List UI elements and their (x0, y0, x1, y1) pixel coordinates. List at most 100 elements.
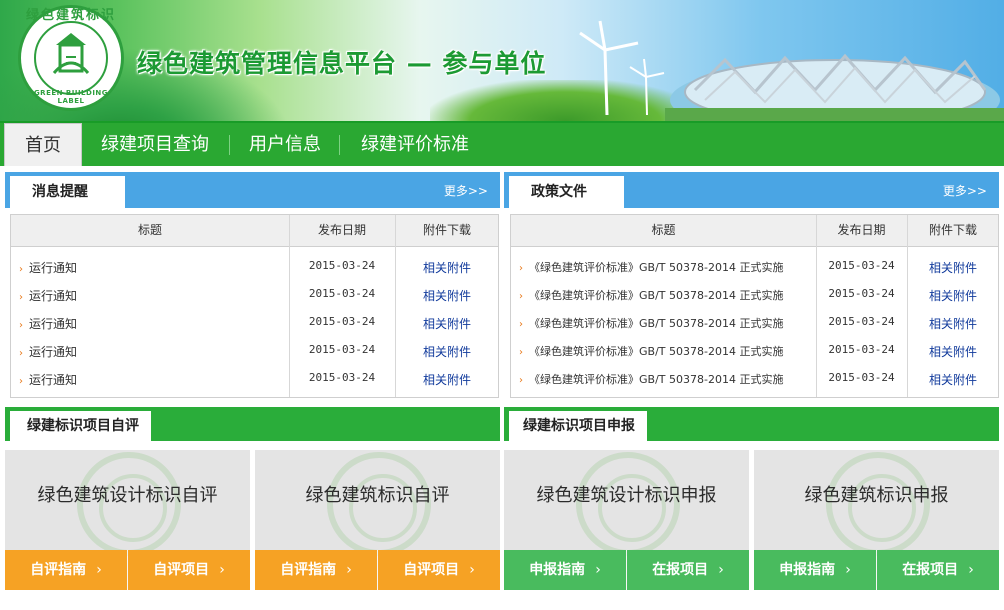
table-header: 标题 发布日期 附件下载 (11, 215, 498, 247)
row-title-link[interactable]: › 《绿色建筑评价标准》GB/T 50378-2014 正式实施 (519, 371, 783, 387)
card-design-apply: 绿色建筑设计标识申报 申报指南 › 在报项目 › (504, 450, 749, 590)
row-title-link[interactable]: › 运行通知 (19, 259, 77, 276)
more-link[interactable]: 更多>> (943, 182, 987, 199)
nav-project-search[interactable]: 绿建项目查询 (101, 123, 209, 166)
card-label-self-eval: 绿色建筑标识自评 自评指南 › 自评项目 › (255, 450, 500, 590)
column-header-attachment: 附件下载 (928, 223, 977, 237)
self-eval-guide-button[interactable]: 自评指南 › (5, 550, 127, 590)
row-title-link[interactable]: › 运行通知 (19, 371, 77, 388)
column-header-attachment: 附件下载 (422, 223, 471, 237)
attachment-link[interactable]: 相关附件 (907, 371, 999, 388)
self-eval-section-header: 绿建标识项目自评 (5, 407, 500, 441)
row-date: 2015-03-24 (308, 287, 376, 300)
logo-text-cn: 绿色建筑标识 (25, 8, 116, 23)
panel-tab-policy[interactable]: 政策文件 (509, 176, 624, 208)
row-title-link[interactable]: › 《绿色建筑评价标准》GB/T 50378-2014 正式实施 (519, 343, 783, 359)
table-row: › 《绿色建筑评价标准》GB/T 50378-2014 正式实施 2015-03-… (511, 253, 998, 281)
row-title-link[interactable]: › 运行通知 (19, 315, 77, 332)
chevron-right-icon: › (718, 562, 724, 578)
row-title-link[interactable]: › 运行通知 (19, 287, 77, 304)
self-eval-project-button[interactable]: 自评项目 › (128, 550, 250, 590)
row-date: 2015-03-24 (308, 315, 376, 328)
arrow-icon: › (19, 292, 23, 303)
card-actions: 申报指南 › 在报项目 › (504, 550, 749, 590)
attachment-link[interactable]: 相关附件 (395, 259, 499, 276)
column-header-title: 标题 (651, 223, 676, 237)
pending-project-button[interactable]: 在报项目 › (627, 550, 749, 590)
chevron-right-icon: › (469, 562, 475, 578)
panel-header: 政策文件 更多>> (504, 172, 999, 208)
attachment-link[interactable]: 相关附件 (395, 287, 499, 304)
attachment-link[interactable]: 相关附件 (395, 343, 499, 360)
row-date: 2015-03-24 (828, 287, 895, 300)
column-header-date: 发布日期 (317, 223, 366, 237)
row-title-link[interactable]: › 运行通知 (19, 343, 77, 360)
apply-guide-button[interactable]: 申报指南 › (754, 550, 876, 590)
self-eval-guide-button[interactable]: 自评指南 › (255, 550, 377, 590)
pending-project-button[interactable]: 在报项目 › (877, 550, 999, 590)
row-date: 2015-03-24 (828, 371, 895, 384)
logo-emblem (34, 21, 108, 95)
table-header: 标题 发布日期 附件下载 (511, 215, 998, 247)
attachment-link[interactable]: 相关附件 (907, 343, 999, 360)
table-row: › 运行通知 2015-03-24 相关附件 (11, 309, 498, 337)
logo-text-en: GREEN BUILDING LABEL (33, 89, 109, 105)
arrow-icon: › (19, 264, 23, 275)
row-date: 2015-03-24 (308, 259, 376, 272)
card-actions: 自评指南 › 自评项目 › (5, 550, 250, 590)
row-title-link[interactable]: › 《绿色建筑评价标准》GB/T 50378-2014 正式实施 (519, 259, 783, 275)
arrow-icon: › (519, 347, 523, 358)
row-date: 2015-03-24 (308, 371, 376, 384)
more-link[interactable]: 更多>> (444, 182, 488, 199)
arrow-icon: › (19, 376, 23, 387)
apply-guide-button[interactable]: 申报指南 › (504, 550, 626, 590)
panel-tab-notices[interactable]: 消息提醒 (10, 176, 125, 208)
table-row: › 《绿色建筑评价标准》GB/T 50378-2014 正式实施 2015-03-… (511, 309, 998, 337)
nav-user-info[interactable]: 用户信息 (249, 123, 321, 166)
chevron-right-icon: › (346, 562, 352, 578)
stadium-image (665, 53, 1004, 121)
site-title: 绿色建筑管理信息平台 — 参与单位 (137, 49, 547, 78)
attachment-link[interactable]: 相关附件 (907, 287, 999, 304)
section-title: 绿建标识项目自评 (10, 411, 151, 441)
row-title-link[interactable]: › 《绿色建筑评价标准》GB/T 50378-2014 正式实施 (519, 287, 783, 303)
row-date: 2015-03-24 (308, 343, 376, 356)
row-title-link[interactable]: › 《绿色建筑评价标准》GB/T 50378-2014 正式实施 (519, 315, 783, 331)
notice-table: 标题 发布日期 附件下载 › 运行通知 2015-03-24 相关附件 › 运行通知… (10, 214, 499, 398)
arrow-icon: › (519, 263, 523, 274)
table-row: › 运行通知 2015-03-24 相关附件 (11, 337, 498, 365)
attachment-link[interactable]: 相关附件 (907, 259, 999, 276)
green-building-logo: 绿色建筑标识 GREEN BUILDING LABEL (18, 5, 124, 111)
row-date: 2015-03-24 (828, 315, 895, 328)
notice-panel: 消息提醒 更多>> 标题 发布日期 附件下载 › 运行通知 2015-03-24 … (5, 172, 500, 400)
attachment-link[interactable]: 相关附件 (395, 371, 499, 388)
main-nav: 首页 绿建项目查询 用户信息 绿建评价标准 (0, 121, 1004, 166)
arrow-icon: › (519, 319, 523, 330)
arrow-icon: › (19, 348, 23, 359)
card-label-apply: 绿色建筑标识申报 申报指南 › 在报项目 › (754, 450, 999, 590)
card-design-self-eval: 绿色建筑设计标识自评 自评指南 › 自评项目 › (5, 450, 250, 590)
card-title: 绿色建筑设计标识自评 (37, 485, 218, 506)
nav-evaluation-standard[interactable]: 绿建评价标准 (361, 123, 469, 166)
panel-header: 消息提醒 更多>> (5, 172, 500, 208)
chevron-right-icon: › (845, 562, 851, 578)
table-row: › 运行通知 2015-03-24 相关附件 (11, 365, 498, 393)
table-row: › 运行通知 2015-03-24 相关附件 (11, 253, 498, 281)
self-eval-project-button[interactable]: 自评项目 › (378, 550, 500, 590)
attachment-link[interactable]: 相关附件 (395, 315, 499, 332)
row-date: 2015-03-24 (828, 259, 895, 272)
building-emblem-icon (52, 33, 90, 75)
attachment-link[interactable]: 相关附件 (907, 315, 999, 332)
card-actions: 申报指南 › 在报项目 › (754, 550, 999, 590)
card-title: 绿色建筑标识申报 (804, 485, 949, 506)
header-banner: 绿色建筑标识 GREEN BUILDING LABEL 绿色建筑管理信息平台 —… (0, 0, 1004, 121)
apply-section-header: 绿建标识项目申报 (504, 407, 999, 441)
arrow-icon: › (19, 320, 23, 331)
card-actions: 自评指南 › 自评项目 › (255, 550, 500, 590)
table-row: › 《绿色建筑评价标准》GB/T 50378-2014 正式实施 2015-03-… (511, 337, 998, 365)
chevron-right-icon: › (968, 562, 974, 578)
nav-home[interactable]: 首页 (4, 123, 82, 166)
table-row: › 《绿色建筑评价标准》GB/T 50378-2014 正式实施 2015-03-… (511, 365, 998, 393)
column-header-date: 发布日期 (837, 223, 886, 237)
table-row: › 运行通知 2015-03-24 相关附件 (11, 281, 498, 309)
